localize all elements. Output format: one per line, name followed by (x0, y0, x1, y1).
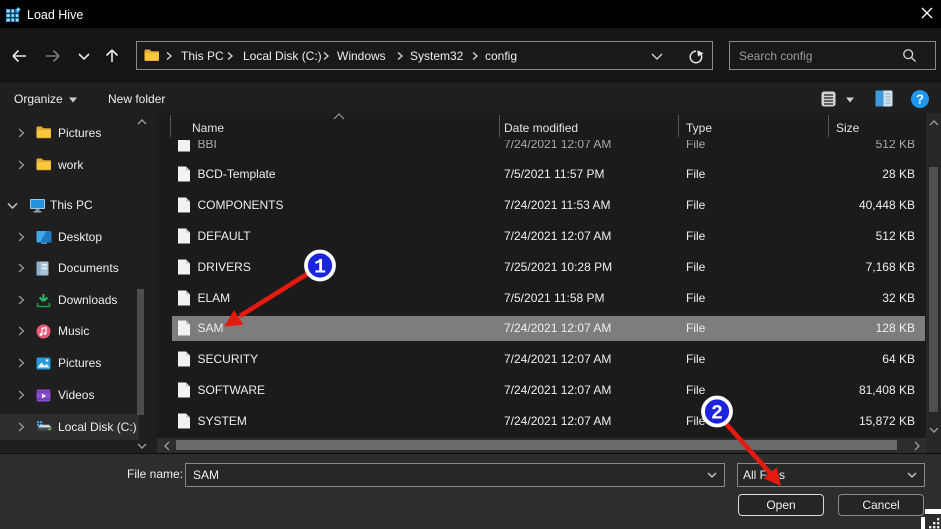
svg-text:1: 1 (314, 257, 326, 280)
svg-text:2: 2 (711, 403, 723, 426)
